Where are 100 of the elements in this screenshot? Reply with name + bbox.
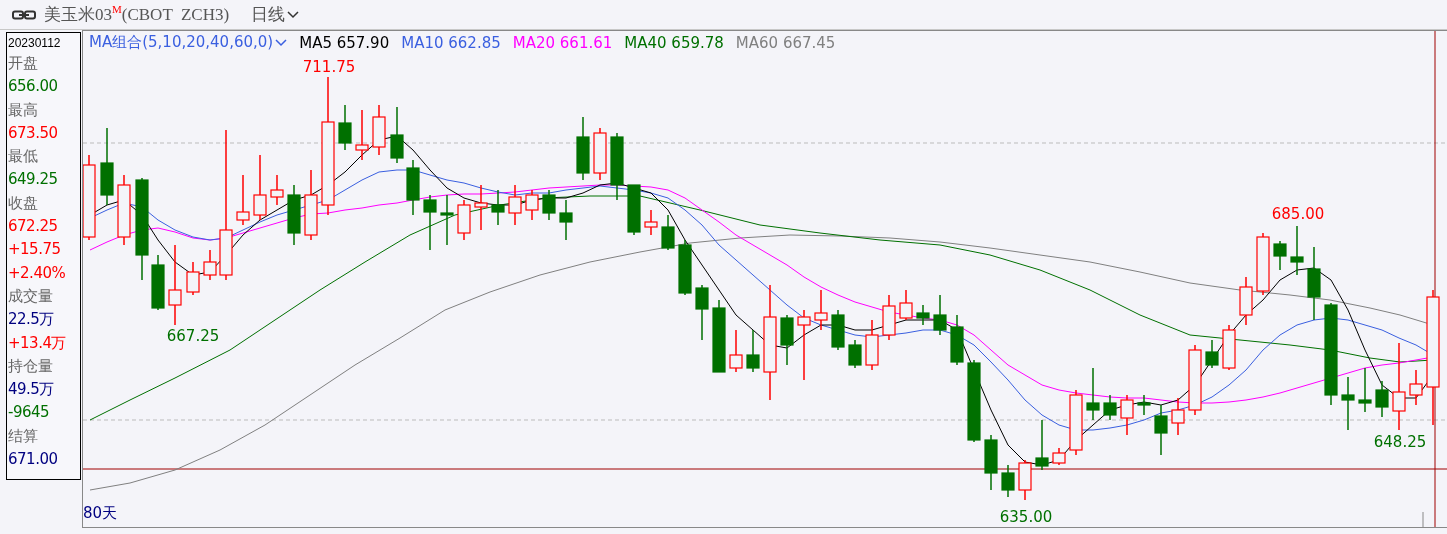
- price-label: 711.75: [302, 58, 356, 76]
- candlestick: [1052, 447, 1066, 466]
- price-label: 648.25: [1373, 433, 1427, 451]
- candlestick: [1069, 389, 1083, 456]
- field-value: 673.50: [8, 122, 59, 144]
- candlestick: [372, 104, 386, 156]
- candlestick: [406, 159, 420, 216]
- candlestick: [508, 184, 522, 226]
- period-dropdown[interactable]: 日线: [247, 3, 304, 26]
- candlestick: [1171, 397, 1185, 436]
- field-label: 收盘: [8, 193, 39, 213]
- chevron-down-icon: [287, 10, 300, 19]
- candlestick: [117, 174, 131, 246]
- candlestick: [474, 184, 488, 231]
- candlestick: [1137, 394, 1151, 416]
- candlestick: [1188, 344, 1202, 416]
- indicator-dropdown[interactable]: MA组合(5,10,20,40,60,0): [89, 33, 288, 52]
- candlestick: [797, 309, 811, 381]
- field-value: +13.4万: [8, 332, 67, 354]
- candlestick: [1290, 225, 1304, 276]
- field-label: 持仓量: [8, 356, 54, 376]
- field-value: 672.25: [8, 216, 59, 238]
- candlestick: [899, 289, 913, 321]
- candlestick: [627, 184, 641, 236]
- candlestick: [644, 209, 658, 236]
- field-value: 649.25: [8, 169, 59, 191]
- candlestick: [865, 319, 879, 371]
- candlestick: [695, 284, 709, 341]
- field-value: +15.75: [8, 239, 62, 261]
- candlestick: [440, 194, 454, 246]
- candlestick: [1239, 276, 1253, 326]
- candlestick: [1001, 464, 1015, 498]
- candlestick: [287, 184, 301, 246]
- price-label: 667.25: [166, 327, 220, 345]
- candlestick: [1103, 394, 1117, 421]
- candlestick: [678, 239, 692, 296]
- field-value: 671.00: [8, 449, 59, 471]
- candlestick: [525, 189, 539, 221]
- candlestick: [1086, 367, 1100, 421]
- candlestick: [423, 194, 437, 251]
- candlestick: [1035, 419, 1049, 471]
- moving-average-value: MA60 667.45: [735, 33, 836, 52]
- field-label: 最高: [8, 100, 39, 120]
- chevron-down-icon: [275, 38, 288, 47]
- moving-average-value: MA40 659.78: [624, 33, 724, 52]
- field-value: 22.5万: [8, 309, 55, 331]
- moving-average-value: MA5 657.90: [299, 33, 390, 52]
- candlestick: [882, 294, 896, 341]
- candlestick: [661, 214, 675, 251]
- candlestick: [780, 314, 794, 366]
- candlestick: [1222, 324, 1236, 371]
- field-label: 开盘: [8, 54, 39, 73]
- candlestick: [390, 106, 404, 164]
- candlestick: [491, 189, 505, 226]
- candlestick: [593, 127, 607, 181]
- candlestick: [186, 261, 200, 296]
- candlestick: [457, 199, 471, 241]
- candlestick: [1205, 339, 1219, 369]
- candlestick: [1358, 367, 1372, 413]
- candlestick: [984, 434, 998, 491]
- field-value: -9645: [8, 402, 51, 424]
- candlestick: [1154, 404, 1168, 456]
- candlestick: [151, 254, 165, 311]
- candlestick: [338, 104, 352, 151]
- instrument-title: 美玉米03$^{M}$(CBOT ZCH3): [44, 3, 230, 26]
- date-text: 20230112: [8, 35, 62, 52]
- candlestick: [1341, 376, 1355, 431]
- candlestick: [270, 174, 284, 206]
- candlestick: [1273, 240, 1287, 271]
- field-value: 49.5万: [8, 379, 55, 401]
- field-value: 656.00: [8, 76, 59, 98]
- price-label: 685.00: [1271, 205, 1325, 223]
- candlestick: [1409, 369, 1423, 406]
- candlestick: [559, 199, 573, 241]
- candlestick: [1018, 459, 1032, 501]
- price-label: 635.00: [999, 508, 1053, 526]
- candlestick: [950, 314, 964, 366]
- candlestick: [814, 289, 828, 331]
- field-value: +2.40%: [8, 262, 67, 284]
- candlestick: [729, 329, 743, 373]
- link-icon[interactable]: [12, 9, 36, 20]
- candlestick: [542, 189, 556, 221]
- candlestick: [576, 116, 590, 181]
- moving-average-value: MA10 662.85: [401, 33, 501, 52]
- candlestick: [1375, 380, 1389, 418]
- candlestick: [253, 154, 267, 221]
- field-label: 成交量: [8, 286, 54, 306]
- candlestick: [848, 339, 862, 369]
- candlestick: [610, 132, 624, 201]
- candlestick: [916, 304, 930, 326]
- candlestick: [203, 249, 217, 281]
- candlestick: [1256, 232, 1270, 296]
- candlestick: [1120, 394, 1134, 436]
- candlestick: [746, 329, 760, 373]
- moving-average-value: MA20 661.61: [512, 33, 613, 52]
- field-label: 最低: [8, 147, 39, 167]
- candlestick: [304, 169, 318, 241]
- candlestick: [831, 309, 845, 351]
- candlestick: [355, 109, 369, 161]
- candlestick: [236, 174, 250, 226]
